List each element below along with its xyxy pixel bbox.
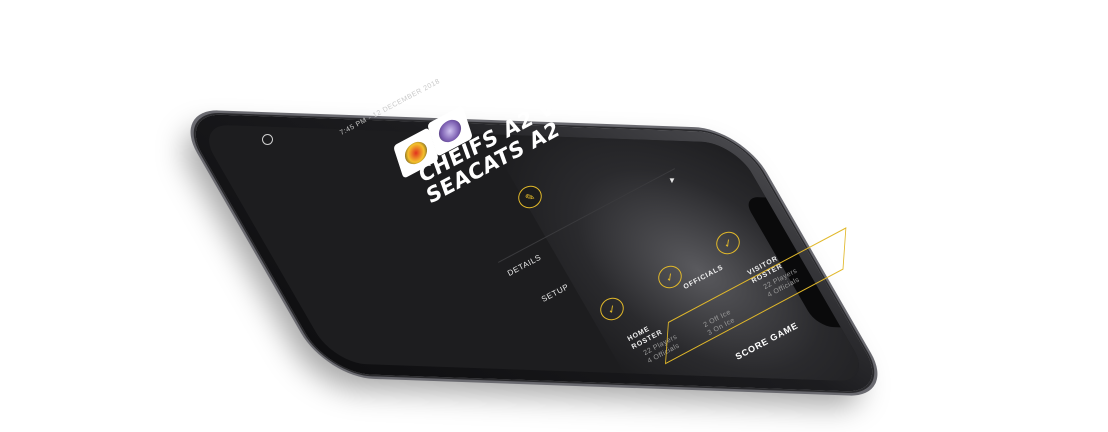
check-icon: ✓	[721, 235, 736, 251]
triangle-down-icon[interactable]: ▼	[668, 176, 676, 185]
visitor-roster-check[interactable]: ✓	[712, 227, 744, 259]
tab-divider	[498, 168, 676, 263]
home-roster-check[interactable]: ✓	[596, 293, 628, 325]
pencil-icon: ✎	[523, 189, 538, 205]
score-game-label[interactable]: SCORE GAME	[734, 320, 800, 361]
switch-icon[interactable]: ⇄	[425, 36, 440, 53]
officials-check[interactable]: ✓	[654, 261, 686, 293]
tab-setup[interactable]: SETUP	[540, 282, 570, 304]
check-icon: ✓	[605, 301, 620, 317]
app-screen: ⇄ 7:45 PM - 12 DECEMBER 2018 CHEIFS A2 V…	[0, 0, 1108, 432]
clock-icon[interactable]	[262, 134, 273, 145]
edit-game-button[interactable]: ✎	[514, 181, 546, 213]
officials-label[interactable]: OFFICIALS	[682, 263, 725, 292]
check-icon: ✓	[663, 269, 678, 285]
tab-details[interactable]: DETAILS	[506, 253, 543, 278]
